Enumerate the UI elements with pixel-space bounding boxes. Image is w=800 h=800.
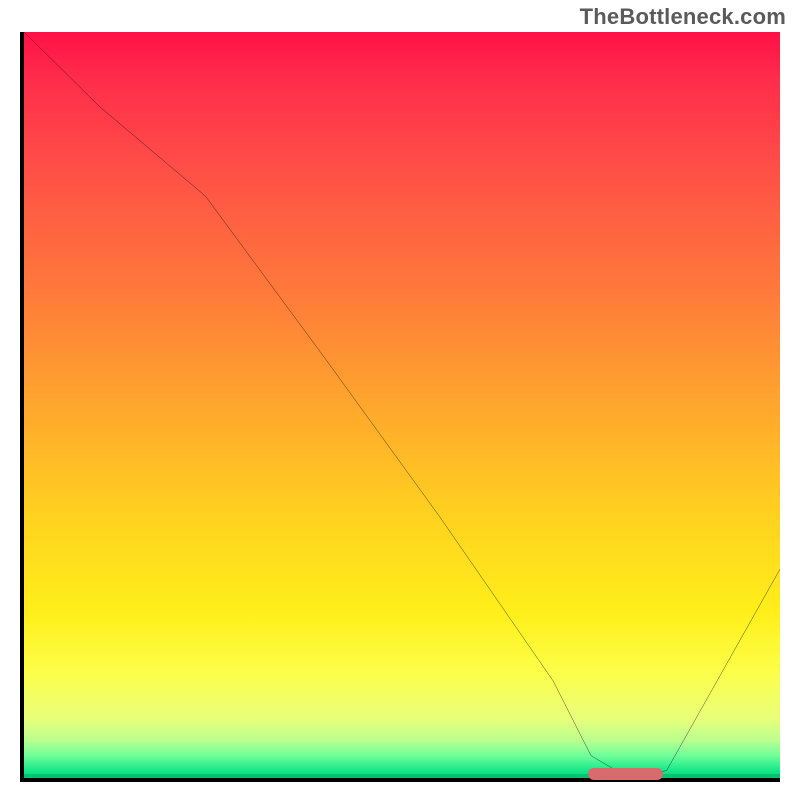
bottleneck-chart: TheBottleneck.com xyxy=(0,0,800,800)
optimal-range-marker xyxy=(588,768,663,780)
plot-area xyxy=(20,32,780,782)
bottleneck-curve-path xyxy=(24,32,780,778)
curve-svg xyxy=(24,32,780,778)
watermark-text: TheBottleneck.com xyxy=(580,4,786,30)
